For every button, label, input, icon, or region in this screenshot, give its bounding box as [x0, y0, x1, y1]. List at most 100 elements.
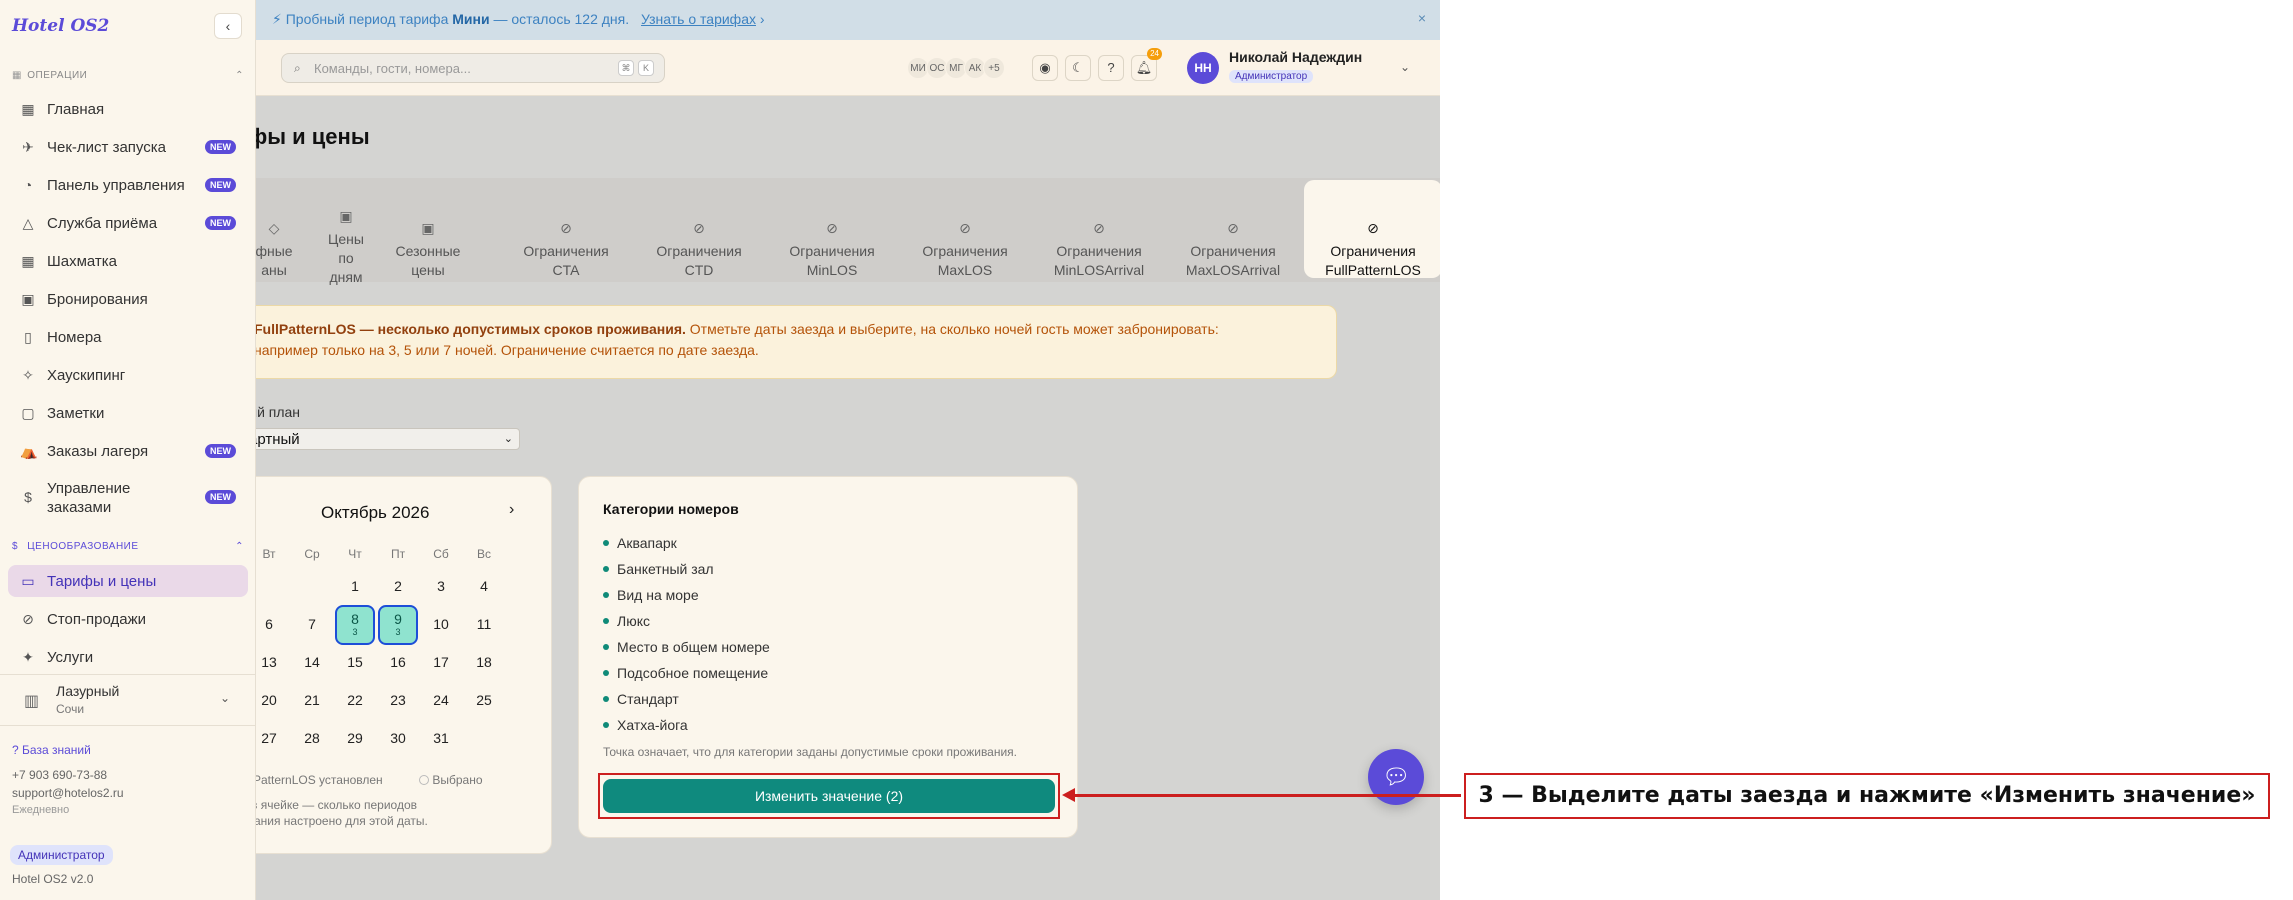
new-badge: NEW [205, 216, 236, 230]
room-category-item: Вид на море [603, 587, 699, 603]
tab-daily-prices[interactable]: ▣ Цены по дням [314, 178, 378, 285]
app-version: Hotel OS2 v2.0 [12, 872, 94, 886]
calendar-day[interactable]: 2 [378, 567, 418, 607]
banner-plan: Мини [452, 11, 490, 27]
tab-label: Ограничения MaxLOS [922, 243, 1008, 278]
sidebar-item-bookings[interactable]: ▣ Бронирования [8, 283, 248, 315]
calendar-day[interactable]: 21 [292, 681, 332, 721]
tab-seasonal-prices[interactable]: ▣ Сезонные цены [386, 178, 470, 282]
calendar-day[interactable]: 23 [378, 681, 418, 721]
tab-ctd[interactable]: ⊘ Ограничения CTD [644, 178, 754, 282]
tab-label: Ограничения FullPatternLOS [1325, 243, 1421, 278]
close-icon[interactable]: × [1418, 10, 1426, 26]
palette-button[interactable]: ◉ [1032, 55, 1058, 81]
sidebar-collapse-button[interactable]: ‹ [214, 13, 242, 39]
new-badge: NEW [205, 490, 236, 504]
calendar-day[interactable]: 11 [464, 605, 504, 645]
theme-toggle-button[interactable]: ☾ [1065, 55, 1091, 81]
tab-maxlos[interactable]: ⊘ Ограничения MaxLOS [910, 178, 1020, 282]
tab-full-pattern-los[interactable]: ⊘ Ограничения FullPatternLOS [1304, 180, 1440, 278]
tab-label: Сезонные цены [395, 243, 461, 278]
section-pricing[interactable]: $ Ценообразование ⌃ [12, 541, 244, 555]
status-dot-icon [603, 722, 609, 728]
gauge-icon: ◔ [23, 177, 33, 193]
sidebar-item-control-panel[interactable]: ◔ Панель управления NEW [8, 169, 248, 201]
online-users[interactable]: МИ ОС МГ АК +5 [907, 57, 1005, 79]
sidebar-item-rates[interactable]: ▭ Тарифы и цены [8, 565, 248, 597]
chevron-down-icon[interactable]: ⌄ [1400, 60, 1410, 74]
help-button[interactable]: ? [1098, 55, 1124, 81]
calendar-day[interactable]: 10 [421, 605, 461, 645]
ban-icon: ⊘ [1227, 220, 1239, 236]
sidebar-item-label: Управление заказами [47, 480, 131, 516]
pricing-link[interactable]: Узнать о тарифах [641, 11, 756, 27]
calendar-day[interactable]: 24 [421, 681, 461, 721]
calendar-day[interactable]: 83 [335, 605, 375, 645]
hotel-switcher[interactable]: ▥ Лазурный Сочи ⌄ [0, 674, 256, 726]
app-logo[interactable]: Hotel OS2 [12, 16, 109, 36]
chevron-up-icon: ⌃ [235, 70, 244, 81]
calendar-day[interactable]: 16 [378, 643, 418, 683]
calendar-day[interactable]: 31 [421, 719, 461, 759]
app-window: Hotel OS2 ‹ ▦ Операции ⌃ ▦ Главная ✈ Чек… [0, 0, 1440, 900]
tab-minlos[interactable]: ⊘ Ограничения MinLOS [777, 178, 887, 282]
user-name[interactable]: Николай Надеждин [1229, 49, 1362, 65]
sidebar-item-chessboard[interactable]: ▦ Шахматка [8, 245, 248, 277]
card-icon: ▭ [21, 573, 35, 589]
calendar-day[interactable]: 22 [335, 681, 375, 721]
weekday-label: Пт [390, 547, 406, 561]
pattern-count: 3 [395, 627, 401, 637]
tab-label: фные аны [255, 243, 293, 278]
sidebar-item-stop-sales[interactable]: ⊘ Стоп-продажи [8, 603, 248, 635]
calendar-day[interactable]: 15 [335, 643, 375, 683]
sidebar-item-label: Служба приёма [47, 215, 158, 232]
dollar-icon: $ [12, 541, 19, 552]
sidebar-item-home[interactable]: ▦ Главная [8, 93, 248, 125]
calendar-day[interactable]: 7 [292, 605, 332, 645]
calendar-day[interactable]: 93 [378, 605, 418, 645]
support-phone[interactable]: +7 903 690-73-88 [12, 768, 107, 782]
door-icon: ▯ [24, 329, 32, 345]
notifications-button[interactable]: 🔔︎ 24 [1131, 48, 1162, 81]
sidebar-item-services[interactable]: ✦ Услуги [8, 641, 248, 673]
trial-banner: ⚡ Пробный период тарифа Мини — осталось … [256, 0, 1440, 40]
calendar-day[interactable]: 29 [335, 719, 375, 759]
pattern-count: 3 [352, 627, 358, 637]
tab-cta[interactable]: ⊘ Ограничения CTA [511, 178, 621, 282]
calendar-day[interactable]: 28 [292, 719, 332, 759]
support-email[interactable]: support@hotelos2.ru [12, 786, 124, 800]
sidebar-item-notes[interactable]: ▢ Заметки [8, 397, 248, 429]
chevron-down-icon: ⌄ [503, 433, 513, 445]
tab-maxlos-arrival[interactable]: ⊘ Ограничения MaxLOSArrival [1168, 178, 1298, 282]
user-avatar[interactable]: НН [1187, 52, 1219, 84]
sidebar-item-order-management[interactable]: $ Управление заказами NEW [8, 475, 248, 519]
calendar-day[interactable]: 3 [421, 567, 461, 607]
next-month-button[interactable]: › [509, 501, 514, 519]
calendar-day[interactable]: 30 [378, 719, 418, 759]
rate-plan-select[interactable]: артный ⌄ [240, 428, 520, 450]
rate-plan-value: артный [249, 431, 300, 448]
calendar-day[interactable]: 14 [292, 643, 332, 683]
tab-minlos-arrival[interactable]: ⊘ Ограничения MinLOSArrival [1036, 178, 1162, 282]
calendar-day[interactable]: 17 [421, 643, 461, 683]
ban-icon: ⊘ [826, 220, 838, 236]
calendar-day[interactable]: 4 [464, 567, 504, 607]
search-input[interactable]: ⌕ Команды, гости, номера... ⌘ K [281, 53, 665, 83]
sidebar-item-label: Услуги [47, 649, 94, 666]
sidebar-item-camp-orders[interactable]: ⛺ Заказы лагеря NEW [8, 435, 248, 467]
restriction-tabs: ◇ фные аны ▣ Цены по дням ▣ Сезонные цены ⊘… [255, 178, 1440, 285]
calendar-day[interactable]: 1 [335, 567, 375, 607]
sidebar-item-front-desk[interactable]: △ Служба приёма NEW [8, 207, 248, 239]
service-icon: ✦ [22, 649, 34, 665]
section-operations[interactable]: ▦ Операции ⌃ [12, 70, 244, 84]
sidebar-item-rooms[interactable]: ▯ Номера [8, 321, 248, 353]
tab-label: Ограничения CTA [523, 243, 609, 278]
legend-set-label: ullPatternLOS установлен [241, 773, 383, 787]
calendar-day[interactable]: 18 [464, 643, 504, 683]
command-key-icon: ⌘ [618, 60, 634, 76]
sidebar-item-housekeeping[interactable]: ✧ Хаускипинг [8, 359, 248, 391]
calendar-day[interactable]: 25 [464, 681, 504, 721]
calendar-icon: ▣ [421, 220, 435, 236]
sidebar-item-launch-checklist[interactable]: ✈ Чек-лист запуска NEW [8, 131, 248, 163]
knowledge-base-link[interactable]: ? База знаний [12, 743, 91, 757]
